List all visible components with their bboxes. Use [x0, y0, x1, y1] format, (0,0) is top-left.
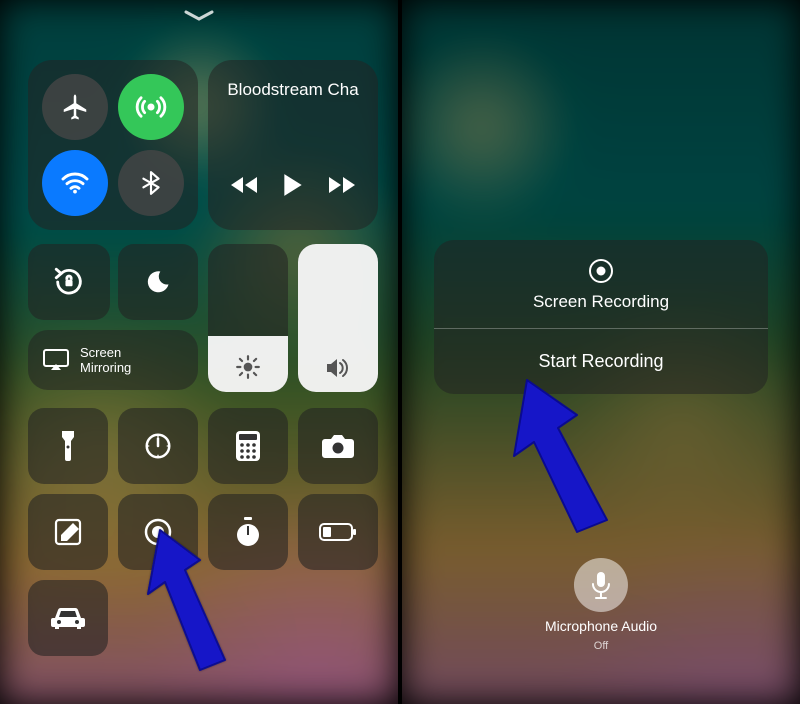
brightness-slider[interactable] [208, 244, 288, 392]
timer-icon [143, 431, 173, 461]
do-not-disturb-toggle[interactable] [118, 244, 198, 320]
record-icon [588, 258, 614, 284]
driving-mode-button[interactable] [28, 580, 108, 656]
airplane-icon [60, 92, 90, 122]
now-playing-title: Bloodstream Cha [208, 80, 378, 100]
screen-record-button[interactable] [118, 494, 198, 570]
low-power-icon [319, 522, 357, 542]
sun-icon [235, 354, 261, 380]
note-icon [53, 517, 83, 547]
record-icon [143, 517, 173, 547]
screen-mirroring-button[interactable]: Screen Mirroring [28, 330, 198, 390]
airplay-icon [42, 348, 70, 372]
camera-button[interactable] [298, 408, 378, 484]
moon-icon [144, 268, 172, 296]
rotation-lock-toggle[interactable] [28, 244, 110, 320]
cellular-data-toggle[interactable] [118, 74, 184, 140]
stopwatch-icon [234, 516, 262, 548]
connectivity-group[interactable] [28, 60, 198, 230]
microphone-state: Off [594, 640, 608, 652]
dismiss-chevron-icon[interactable] [184, 10, 214, 22]
camera-icon [321, 433, 355, 459]
microphone-icon [590, 570, 612, 600]
low-power-toggle[interactable] [298, 494, 378, 570]
flashlight-button[interactable] [28, 408, 108, 484]
fast-forward-button[interactable] [327, 175, 355, 195]
speaker-icon [324, 356, 352, 380]
stopwatch-button[interactable] [208, 494, 288, 570]
wifi-toggle[interactable] [42, 150, 108, 216]
quick-note-button[interactable] [28, 494, 108, 570]
play-button[interactable] [281, 172, 305, 198]
control-center-screen: Bloodstream Cha Screen Mirrori [0, 0, 398, 704]
screen-recording-title: Screen Recording [533, 292, 669, 312]
rewind-icon [231, 175, 259, 195]
car-icon [50, 606, 86, 630]
screen-recording-detail-screen: Screen Recording Start Recording Microph… [402, 0, 800, 704]
airplane-mode-toggle[interactable] [42, 74, 108, 140]
microphone-audio-toggle[interactable]: Microphone Audio Off [545, 558, 657, 652]
calculator-icon [235, 430, 261, 462]
fast-forward-icon [327, 175, 355, 195]
rotation-lock-icon [52, 265, 86, 299]
flashlight-icon [58, 429, 78, 463]
screen-mirroring-label: Screen Mirroring [80, 345, 131, 375]
timer-button[interactable] [118, 408, 198, 484]
bluetooth-toggle[interactable] [118, 150, 184, 216]
bluetooth-icon [138, 170, 164, 196]
volume-slider[interactable] [298, 244, 378, 392]
now-playing-module[interactable]: Bloodstream Cha [208, 60, 378, 230]
rewind-button[interactable] [231, 175, 259, 195]
calculator-button[interactable] [208, 408, 288, 484]
screen-recording-sheet: Screen Recording Start Recording [434, 240, 768, 394]
wifi-icon [59, 167, 91, 199]
start-recording-button[interactable]: Start Recording [434, 329, 768, 394]
play-icon [281, 172, 305, 198]
microphone-label: Microphone Audio [545, 618, 657, 634]
cellular-icon [134, 90, 168, 124]
